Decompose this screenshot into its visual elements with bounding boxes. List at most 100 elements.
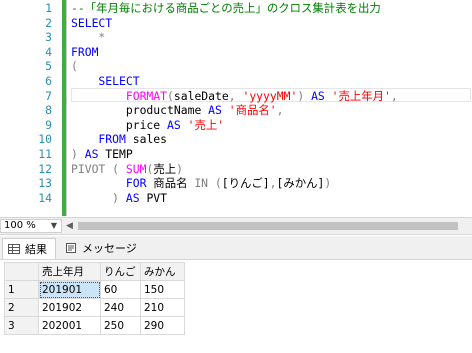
editor-status-bar: 100 % ▼ ◀ — [0, 217, 472, 235]
line-number: 2 — [45, 15, 52, 30]
line-number: 13 — [38, 176, 52, 191]
results-table[interactable]: 売上年月 りんご みかん 1 201901 60 150 2 201902 24… — [4, 262, 185, 335]
row-number[interactable]: 2 — [4, 298, 39, 317]
code-line[interactable]: 8 productName AS '商品名', — [0, 103, 472, 118]
row-number[interactable]: 3 — [4, 316, 39, 335]
code-text: ) AS TEMP — [71, 147, 133, 162]
horizontal-scrollbar[interactable]: ◀ — [64, 219, 470, 233]
code-token: productName — [71, 103, 209, 118]
code-token: '売上年月' — [331, 88, 391, 103]
code-token: ) — [297, 88, 312, 103]
line-number: 10 — [38, 132, 52, 147]
code-token: SUM — [125, 161, 147, 176]
code-line[interactable]: 3 * — [0, 30, 472, 45]
line-number: 1 — [45, 1, 52, 15]
code-line[interactable]: 14 ) AS PVT — [0, 191, 472, 206]
code-token: ) — [71, 147, 85, 161]
code-line[interactable]: 6 SELECT — [0, 74, 472, 89]
column-header-ym[interactable]: 売上年月 — [38, 262, 101, 281]
code-token: * — [71, 30, 106, 45]
code-token: 'yyyyMM' — [242, 88, 298, 103]
results-tabs: 結果 メッセージ — [0, 236, 472, 260]
tab-messages-label: メッセージ — [82, 242, 137, 255]
table-row: 2 201902 240 210 — [4, 298, 185, 317]
code-text: SELECT — [71, 74, 140, 89]
message-icon — [66, 243, 76, 253]
table-cell[interactable]: 250 — [100, 316, 141, 335]
column-header-apple[interactable]: りんご — [100, 262, 141, 281]
tab-messages[interactable]: メッセージ — [60, 238, 140, 259]
table-cell[interactable]: 60 — [100, 280, 141, 299]
code-token: , — [228, 88, 243, 103]
code-token: SELECT — [71, 74, 140, 88]
code-text: ( — [71, 59, 78, 74]
row-number[interactable]: 1 — [4, 280, 39, 299]
code-token: '商品名' — [228, 103, 277, 118]
code-line[interactable]: 2 SELECT — [0, 16, 472, 31]
code-token: , — [269, 176, 277, 191]
code-line[interactable]: 9 price AS '売上' — [0, 118, 472, 133]
code-token: IN ( — [194, 176, 222, 191]
code-line[interactable]: 13 FOR 商品名 IN ([りんご],[みかん]) — [0, 176, 472, 191]
table-cell[interactable]: 202001 — [38, 316, 101, 335]
line-number: 6 — [45, 74, 52, 88]
table-cell[interactable]: 210 — [140, 298, 185, 317]
code-line[interactable]: 10 FROM sales — [0, 132, 472, 147]
code-token: FOR — [71, 176, 154, 191]
line-number: 8 — [45, 103, 52, 118]
code-line[interactable]: 4 FROM — [0, 45, 472, 60]
line-number: 11 — [38, 147, 52, 161]
tab-results-label: 結果 — [25, 243, 47, 256]
table-cell[interactable]: 240 — [100, 298, 141, 317]
corner-cell[interactable] — [4, 262, 39, 281]
code-token: FROM — [71, 44, 99, 59]
code-token: , — [390, 88, 398, 103]
code-token: FROM — [71, 132, 133, 147]
table-cell[interactable]: 290 — [140, 316, 185, 335]
code-line[interactable]: 11 ) AS TEMP — [0, 147, 472, 162]
results-grid-area: 売上年月 りんご みかん 1 201901 60 150 2 201902 24… — [0, 260, 472, 353]
column-header-mikan[interactable]: みかん — [140, 262, 185, 281]
line-number: 3 — [45, 30, 52, 45]
code-token: ) — [324, 176, 332, 191]
code-text: PIVOT ( SUM(売上) — [71, 162, 183, 177]
code-token: AS — [84, 147, 106, 161]
code-text: FOR 商品名 IN ([りんご],[みかん]) — [71, 176, 331, 191]
scroll-left-icon[interactable]: ◀ — [66, 219, 73, 233]
line-number: 4 — [45, 44, 52, 59]
sql-editor[interactable]: 1 --「年月毎における商品ごとの売上」のクロス集計表を出力 2 SELECT 3 * 4… — [0, 0, 472, 216]
code-token: ( — [71, 59, 78, 74]
code-token: , — [276, 103, 284, 118]
table-cell[interactable]: 201902 — [38, 298, 101, 317]
header-row: 売上年月 りんご みかん — [4, 262, 185, 281]
zoom-select[interactable]: 100 % ▼ — [0, 219, 62, 233]
code-token: ) — [71, 190, 126, 205]
code-text: FORMAT(saleDate, 'yyyyMM') AS '売上年月', — [71, 89, 398, 104]
code-text: --「年月毎における商品ごとの売上」のクロス集計表を出力 — [71, 1, 381, 16]
code-token: price — [71, 117, 168, 132]
code-token: PVT — [146, 190, 168, 205]
chevron-down-icon[interactable]: ▼ — [51, 220, 57, 232]
code-line[interactable]: 5( — [0, 59, 472, 74]
table-cell[interactable]: 150 — [140, 280, 185, 299]
code-token: SELECT — [71, 15, 113, 30]
code-line[interactable]: 12 PIVOT ( SUM(売上) — [0, 162, 472, 177]
table-cell[interactable]: 201901 — [38, 280, 101, 299]
code-text: price AS '売上' — [71, 118, 224, 133]
code-token: ( — [167, 88, 174, 103]
code-token: ) — [176, 161, 183, 176]
code-token: FORMAT — [71, 88, 168, 103]
code-text: SELECT — [71, 16, 112, 31]
code-text: FROM sales — [71, 132, 167, 147]
code-token: [みかん] — [276, 176, 325, 191]
code-text: * — [71, 30, 105, 45]
zoom-value: 100 % — [4, 220, 36, 231]
line-number: 12 — [38, 161, 52, 176]
code-line[interactable]: 1 --「年月毎における商品ごとの売上」のクロス集計表を出力 — [0, 1, 472, 16]
tab-results[interactable]: 結果 — [2, 238, 56, 259]
scroll-thumb[interactable] — [78, 222, 458, 230]
code-text: FROM — [71, 45, 98, 60]
grid-icon — [8, 244, 20, 254]
code-line[interactable]: 7 FORMAT(saleDate, 'yyyyMM') AS '売上年月', — [0, 89, 472, 104]
table-row: 1 201901 60 150 — [4, 280, 185, 299]
